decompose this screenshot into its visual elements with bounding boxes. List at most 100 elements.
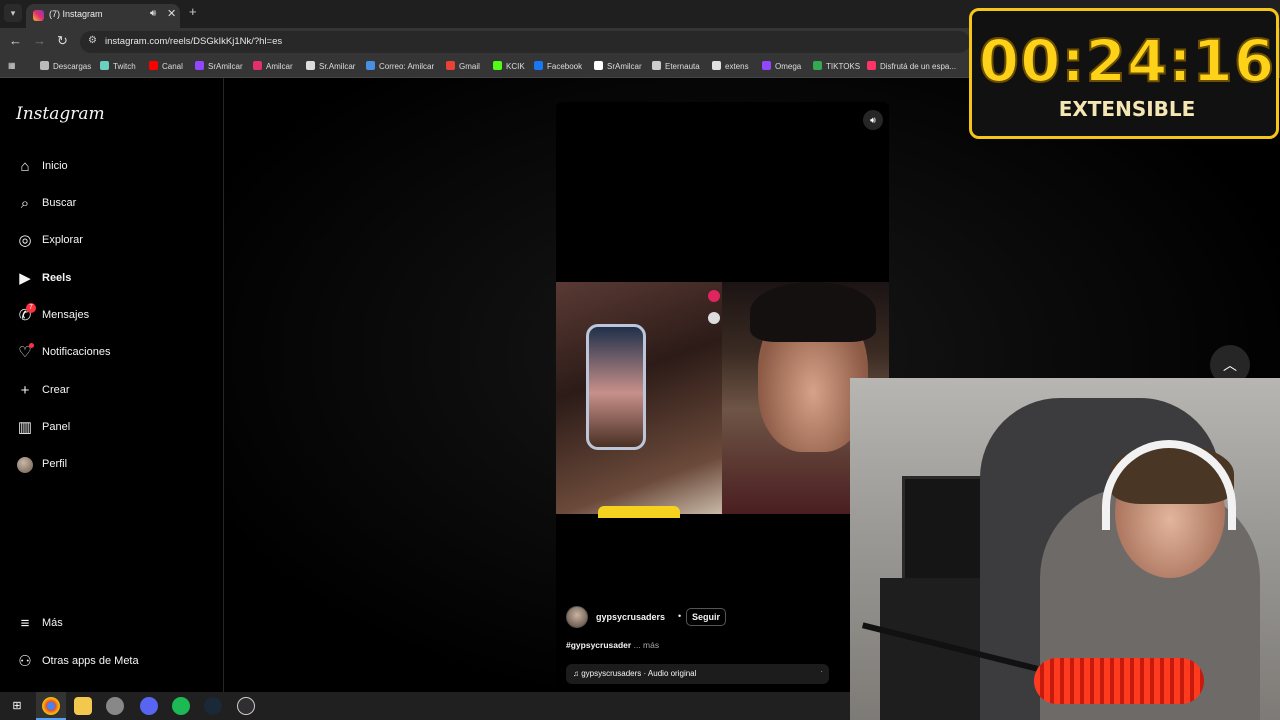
bookmark-favicon-icon	[195, 61, 204, 70]
nav-label: Buscar	[42, 197, 77, 209]
site-info-icon[interactable]: ⚙︎	[88, 35, 97, 46]
menu-icon: ≡	[20, 615, 30, 632]
bookmark-item[interactable]: Disfrutá de un espa...	[867, 61, 956, 71]
instagram-logo[interactable]: Instagram	[16, 104, 105, 124]
spotify-icon[interactable]	[172, 697, 190, 715]
app-icon[interactable]	[106, 697, 124, 715]
bookmark-favicon-icon	[712, 61, 721, 70]
bookmark-item[interactable]: SrAmilcar	[594, 61, 642, 71]
bookmark-label: Facebook	[547, 62, 583, 71]
bookmark-item[interactable]: Canal	[149, 61, 183, 71]
bookmark-favicon-icon	[446, 61, 455, 70]
nav-label: Crear	[42, 384, 70, 396]
reel-player[interactable]: 🔊︎ gypsycrusaders • Seguir #gypsycrusade…	[556, 102, 889, 692]
bookmark-item[interactable]: KCIK	[493, 61, 525, 71]
close-icon[interactable]: ✕	[167, 7, 176, 20]
bookmark-item[interactable]: TIKTOKS	[813, 61, 860, 71]
compass-icon: ◎	[18, 232, 32, 249]
bookmark-item[interactable]: Descargas	[40, 61, 91, 71]
back-icon[interactable]: ←	[9, 33, 22, 48]
nav-crear[interactable]: + Crear	[16, 379, 216, 403]
chart-icon: ▥	[17, 419, 33, 436]
bookmark-item[interactable]: Correo: Amilcar	[366, 61, 434, 71]
bookmark-label: Amilcar	[266, 62, 293, 71]
nav-mensajes[interactable]: ✆ 7 Mensajes	[16, 303, 216, 328]
screen: ▾ (7) Instagram 🔊︎ ✕ + ← → ↻ ⚙︎ instagra…	[0, 0, 1280, 720]
author-separator: •	[678, 611, 682, 621]
bookmark-label: Twitch	[113, 62, 136, 71]
windows-start-icon[interactable]: ⊞	[8, 697, 26, 715]
nav-inicio[interactable]: ⌂ Inicio	[16, 155, 216, 179]
caption-hashtag[interactable]: #gypsycrusader	[566, 640, 631, 650]
author-name[interactable]: gypsycrusaders	[596, 612, 665, 622]
music-note-icon: ♫	[573, 669, 582, 678]
timer-value: 00:24:16	[978, 26, 1276, 96]
instagram-favicon-icon	[33, 10, 44, 21]
caption-more-link[interactable]: ... más	[634, 640, 660, 650]
nav-label: Perfil	[42, 458, 68, 470]
obs-icon[interactable]	[237, 697, 255, 715]
bookmark-item[interactable]: Sr.Amilcar	[306, 61, 355, 71]
nav-buscar[interactable]: ⌕ Buscar	[16, 192, 216, 216]
author-avatar[interactable]	[566, 606, 588, 628]
notification-dot	[29, 343, 34, 348]
avatar-icon	[16, 456, 34, 474]
audio-pill[interactable]: ♫ gypsyscrusaders · Audio original ·	[566, 664, 829, 684]
bookmark-item[interactable]: SrAmilcar	[195, 61, 243, 71]
bookmark-item[interactable]: extens	[712, 61, 749, 71]
nav-reels[interactable]: ▶ Reels	[16, 267, 216, 291]
file-explorer-icon[interactable]	[74, 697, 92, 715]
new-tab-icon[interactable]: +	[189, 4, 197, 19]
steam-icon[interactable]	[204, 697, 222, 715]
bookmark-item[interactable]: Eternauta	[652, 61, 700, 71]
bookmark-label: Eternauta	[665, 62, 700, 71]
video-hair	[750, 282, 876, 342]
tab-title: (7) Instagram	[49, 9, 103, 19]
bookmark-label: KCIK	[506, 62, 525, 71]
nav-label: Reels	[42, 272, 72, 284]
forward-icon[interactable]: →	[33, 33, 46, 48]
bookmark-favicon-icon	[253, 61, 262, 70]
bookmark-item[interactable]: Facebook	[534, 61, 582, 71]
volume-icon[interactable]: 🔊︎	[863, 110, 883, 130]
bookmark-item[interactable]: Twitch	[100, 61, 136, 71]
nav-explorar[interactable]: ◎ Explorar	[16, 229, 216, 253]
bookmark-favicon-icon	[149, 61, 158, 70]
chrome-icon[interactable]	[42, 697, 60, 715]
nav-label: Mensajes	[42, 309, 90, 321]
bookmark-item[interactable]: Gmail	[446, 61, 480, 71]
bookmark-item[interactable]: Omega	[762, 61, 801, 71]
nav-label: Otras apps de Meta	[42, 655, 139, 667]
webcam-overlay	[850, 378, 1280, 720]
meta-apps-icon: ⚇	[18, 653, 32, 670]
home-icon: ⌂	[20, 158, 30, 175]
browser-tab[interactable]: (7) Instagram 🔊︎ ✕	[26, 4, 180, 28]
bookmark-favicon-icon	[493, 61, 502, 70]
phone-in-video	[586, 324, 646, 450]
video-more-icon	[708, 312, 720, 324]
url-text[interactable]: instagram.com/reels/DSGkIkKj1Nk/?hl=es	[105, 36, 282, 47]
reel-caption: #gypsycrusader ... más	[566, 640, 659, 650]
apps-grid-icon[interactable]: ▦	[8, 61, 16, 70]
nav-perfil[interactable]: Perfil	[16, 453, 216, 477]
reload-icon[interactable]: ↻	[57, 33, 68, 49]
search-icon: ⌕	[20, 195, 30, 212]
address-bar[interactable]: ⚙︎ instagram.com/reels/DSGkIkKj1Nk/?hl=e…	[80, 31, 970, 53]
bookmark-label: Descargas	[53, 62, 92, 71]
nav-label: Explorar	[42, 234, 83, 246]
nav-panel[interactable]: ▥ Panel	[16, 416, 216, 440]
reel-video[interactable]	[556, 282, 889, 518]
stream-timer-overlay: 00:24:16 EXTENSIBLE	[969, 8, 1279, 139]
speaker-icon[interactable]: 🔊︎	[150, 8, 156, 19]
bookmark-item[interactable]: Amilcar	[253, 61, 293, 71]
discord-icon[interactable]	[140, 697, 158, 715]
audio-dot: ·	[820, 667, 823, 676]
nav-otras-apps[interactable]: ⚇ Otras apps de Meta	[16, 650, 216, 674]
audio-text: gypsyscrusaders · Audio original	[581, 669, 697, 678]
chevron-down-icon[interactable]: ▾	[4, 4, 22, 22]
nav-mas[interactable]: ≡ Más	[16, 612, 216, 636]
follow-button[interactable]: Seguir	[686, 608, 727, 626]
audio-label: ♫ gypsyscrusaders · Audio original	[573, 669, 696, 678]
nav-notificaciones[interactable]: ♡ Notificaciones	[16, 341, 216, 365]
plus-icon: +	[20, 382, 30, 399]
